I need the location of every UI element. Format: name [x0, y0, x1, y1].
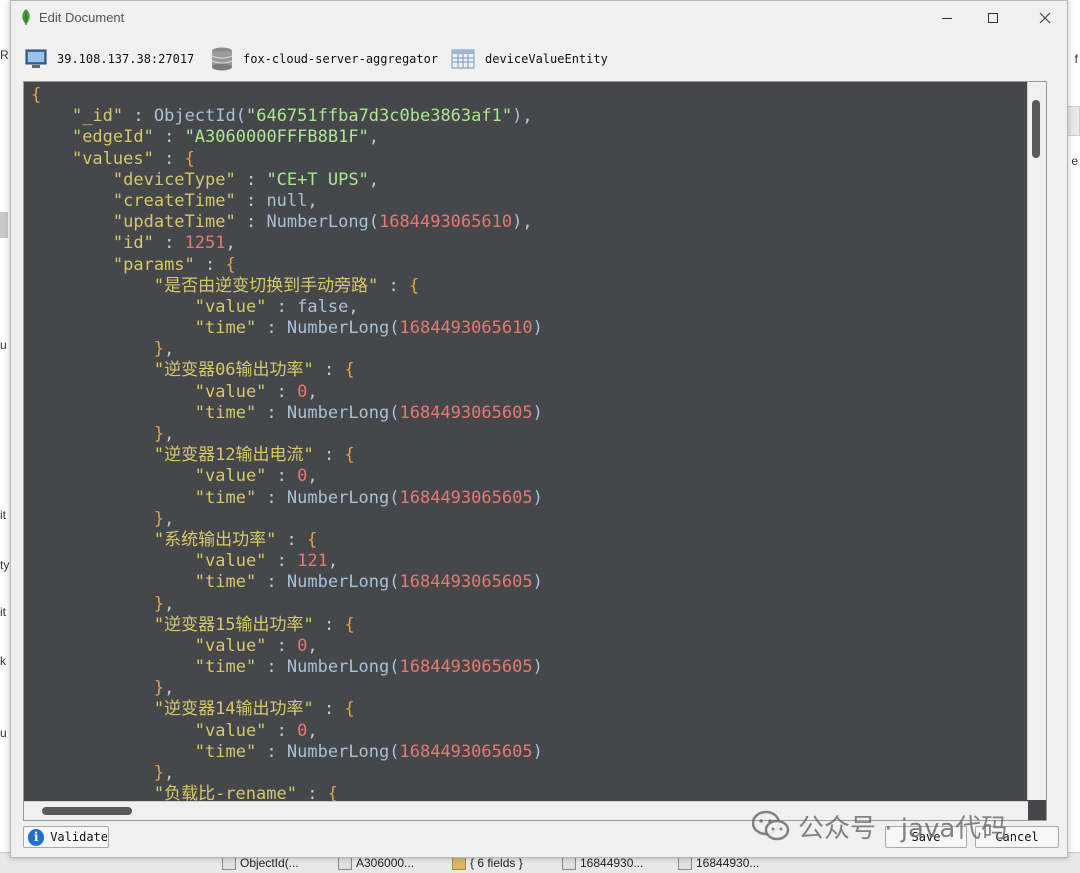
- document-context-bar: 39.108.137.38:27017 fox-cloud-server-agg…: [11, 43, 1067, 75]
- code-line: "value" : 121,: [194, 551, 339, 572]
- json-editor[interactable]: { "_id" : ObjectId("646751ffba7d3c0be386…: [23, 81, 1047, 821]
- code-line: "逆变器14输出功率" : {: [153, 699, 355, 720]
- save-button[interactable]: Save: [885, 826, 967, 848]
- title-bar[interactable]: Edit Document: [11, 1, 1067, 35]
- code-line: "time" : NumberLong(1684493065605): [194, 741, 543, 762]
- validate-button[interactable]: i Validate: [23, 826, 109, 848]
- code-line: },: [153, 763, 175, 783]
- code-line: "deviceType" : "CE+T UPS",: [112, 169, 380, 190]
- code-line: "time" : NumberLong(1684493065605): [194, 487, 543, 508]
- minimize-icon: [942, 18, 952, 19]
- code-line: "params" : {: [112, 254, 236, 275]
- database-info: fox-cloud-server-aggregator: [211, 43, 438, 75]
- code-line: "time" : NumberLong(1684493065605): [194, 402, 543, 423]
- edit-document-dialog: Edit Document 39.108.137.38:27017 fox-cl…: [10, 0, 1068, 858]
- code-line: "逆变器06输出功率" : {: [153, 360, 355, 381]
- code-line: },: [153, 593, 175, 614]
- code-line: },: [153, 424, 175, 444]
- background-text: k: [0, 654, 6, 668]
- table-icon: [451, 49, 475, 69]
- code-line: "id" : 1251,: [112, 233, 236, 254]
- code-line: },: [153, 508, 175, 529]
- database-icon: [211, 47, 233, 71]
- code-line: "逆变器15输出功率" : {: [153, 614, 355, 635]
- code-line: "time" : NumberLong(1684493065610): [194, 318, 543, 339]
- code-line: "updateTime" : NumberLong(1684493065610)…: [112, 212, 533, 233]
- background-text: f: [1074, 52, 1078, 66]
- cancel-button[interactable]: Cancel: [975, 826, 1059, 848]
- leaf-icon: [22, 9, 30, 25]
- background-text: R: [0, 48, 9, 62]
- code-line: {: [31, 85, 42, 105]
- collection-name: deviceValueEntity: [485, 52, 608, 66]
- code-line: },: [153, 678, 175, 699]
- background-text: u: [0, 338, 7, 352]
- code-line: "edgeId" : "A3060000FFFB8B1F",: [71, 127, 380, 148]
- code-line: "value" : 0,: [194, 720, 318, 741]
- code-line: "time" : NumberLong(1684493065605): [194, 657, 543, 678]
- scrollbar-thumb[interactable]: [42, 807, 132, 815]
- code-line: },: [153, 339, 175, 360]
- code-line: "逆变器12输出电流" : {: [153, 445, 355, 466]
- server-info: 39.108.137.38:27017: [25, 43, 194, 75]
- collection-info: deviceValueEntity: [451, 43, 608, 75]
- window-title: Edit Document: [39, 10, 125, 25]
- info-icon: i: [28, 828, 45, 846]
- background-text: it: [0, 605, 6, 619]
- scrollbar-corner: [1028, 802, 1046, 820]
- code-line: "value" : 0,: [194, 381, 318, 402]
- maximize-button[interactable]: [971, 5, 1015, 31]
- background-scroll-fragment: [0, 212, 8, 238]
- code-line: "value" : 0,: [194, 466, 318, 487]
- database-name: fox-cloud-server-aggregator: [243, 52, 439, 66]
- code-line: "createTime" : null,: [112, 190, 318, 211]
- code-line: "系统输出功率" : {: [153, 529, 318, 550]
- code-line: "value" : false,: [194, 296, 359, 317]
- background-text: u: [0, 726, 7, 740]
- code-line: "value" : 0,: [194, 635, 318, 656]
- code-line: "values" : {: [71, 148, 195, 169]
- code-line: "_id" : ObjectId("646751ffba7d3c0be3863a…: [71, 106, 533, 127]
- background-text: e: [1071, 154, 1078, 168]
- background-text: ty: [0, 558, 10, 572]
- close-icon: [1039, 12, 1051, 24]
- monitor-icon: [25, 49, 47, 68]
- document-json-text[interactable]: { "_id" : ObjectId("646751ffba7d3c0be386…: [31, 85, 543, 805]
- horizontal-scrollbar[interactable]: [24, 801, 1028, 820]
- validate-label: Validate: [50, 830, 108, 844]
- close-button[interactable]: [1023, 5, 1067, 31]
- code-line: "time" : NumberLong(1684493065605): [194, 572, 543, 593]
- server-address: 39.108.137.38:27017: [57, 52, 195, 66]
- minimize-button[interactable]: [925, 5, 969, 31]
- code-line: "是否由逆变切换到手动旁路" : {: [153, 275, 420, 296]
- maximize-icon: [988, 13, 998, 23]
- scrollbar-thumb[interactable]: [1032, 100, 1040, 158]
- background-text: it: [0, 508, 6, 522]
- vertical-scrollbar[interactable]: [1027, 82, 1046, 800]
- background-button-fragment: [1066, 106, 1080, 136]
